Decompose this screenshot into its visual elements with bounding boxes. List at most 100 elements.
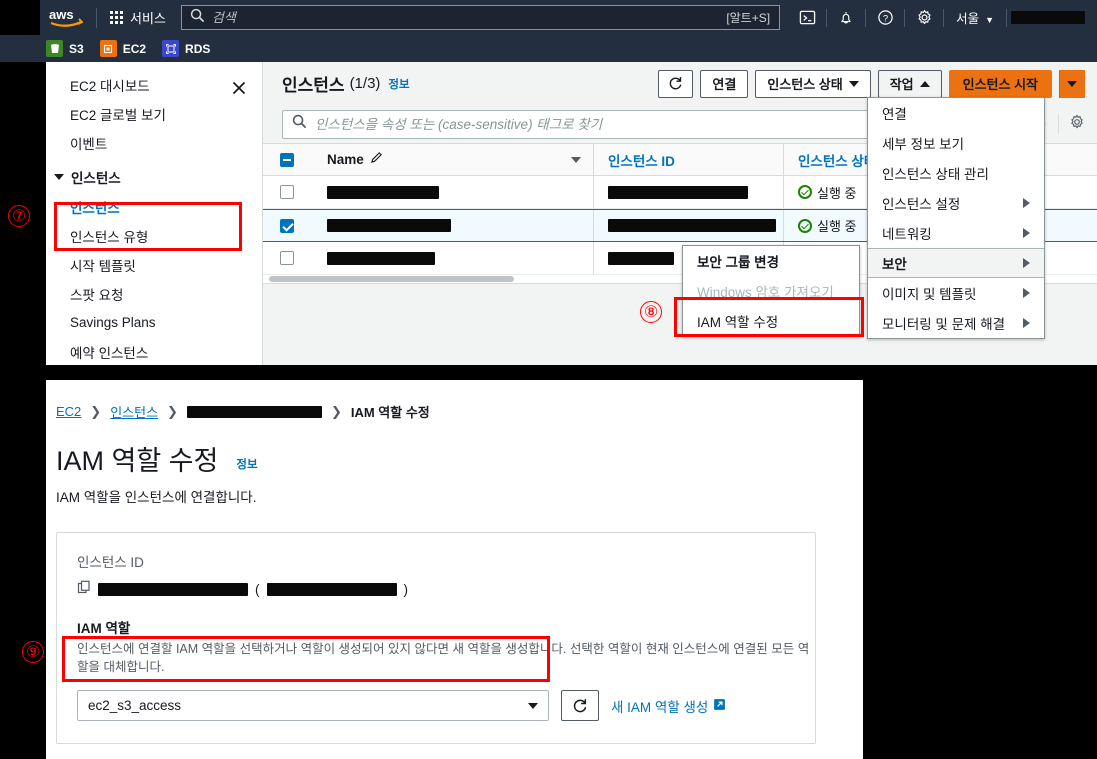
- launch-instance-dropdown[interactable]: [1059, 69, 1085, 98]
- nav-divider: [1006, 8, 1007, 27]
- column-header-instance-id[interactable]: 인스턴스 ID: [593, 144, 783, 175]
- redacted-value: [608, 219, 776, 232]
- sidebar-item-events[interactable]: 이벤트: [46, 128, 262, 157]
- cell-instance-id: [593, 210, 783, 241]
- favorite-ec2[interactable]: EC2: [99, 40, 146, 57]
- annotation-marker-step-9: ⑨: [22, 641, 44, 663]
- status-badge: 실행 중: [798, 183, 857, 202]
- sidebar-item-reserved-instances[interactable]: 예약 인스턴스: [46, 337, 262, 365]
- favorite-label: RDS: [185, 41, 211, 56]
- breadcrumb: EC2 ❯ 인스턴스 ❯ ❯ IAM 역할 수정: [46, 380, 863, 421]
- connect-button[interactable]: 연결: [700, 69, 749, 98]
- sidebar-item-instances[interactable]: 인스턴스: [46, 192, 262, 221]
- launch-instance-button[interactable]: 인스턴스 시작: [948, 69, 1052, 98]
- gear-icon[interactable]: [1069, 114, 1085, 135]
- menu-item-instance-settings[interactable]: 인스턴스 설정: [868, 188, 1044, 218]
- column-label: 인스턴스 상태: [798, 153, 877, 169]
- sidebar-item-savings-plans[interactable]: Savings Plans: [46, 308, 262, 337]
- breadcrumb-instance-redacted[interactable]: [186, 405, 322, 418]
- account-menu-redacted[interactable]: [1011, 11, 1085, 24]
- page-title-text: IAM 역할 수정: [56, 446, 219, 476]
- refresh-roles-button[interactable]: [561, 690, 599, 722]
- instances-search-input[interactable]: [307, 115, 923, 133]
- sort-icon[interactable]: [571, 156, 581, 163]
- connect-label: 연결: [712, 77, 737, 92]
- submenu-item-change-security-groups[interactable]: 보안 그룹 변경: [683, 246, 859, 276]
- actions-label: 작업: [889, 77, 914, 92]
- menu-item-connect[interactable]: 연결: [868, 98, 1044, 128]
- submenu-item-modify-iam-role[interactable]: IAM 역할 수정: [683, 306, 859, 336]
- favorite-rds[interactable]: RDS: [162, 40, 210, 57]
- services-menu-button[interactable]: 서비스: [101, 0, 175, 35]
- info-link[interactable]: 정보: [388, 76, 409, 92]
- sidebar-item-instance-types[interactable]: 인스턴스 유형: [46, 221, 262, 250]
- help-icon[interactable]: ?: [866, 0, 904, 35]
- instance-state-button[interactable]: 인스턴스 상태: [755, 69, 871, 98]
- svg-text:aws: aws: [49, 7, 74, 22]
- refresh-button[interactable]: [658, 69, 694, 98]
- menu-item-label: 보안 그룹 변경: [697, 255, 780, 270]
- row-select-cell: [263, 218, 311, 233]
- sidebar-item-spot-requests[interactable]: 스팟 요청: [46, 279, 262, 308]
- cloudshell-icon[interactable]: [788, 0, 826, 35]
- actions-button[interactable]: 작업: [877, 69, 942, 98]
- copy-icon[interactable]: [77, 580, 91, 599]
- menu-item-manage-instance-state[interactable]: 인스턴스 상태 관리: [868, 158, 1044, 188]
- row-checkbox[interactable]: [280, 185, 294, 199]
- sidebar-item-dashboard[interactable]: EC2 대시보드: [46, 70, 262, 99]
- breadcrumb-instances[interactable]: 인스턴스: [110, 402, 158, 421]
- row-checkbox[interactable]: [280, 218, 294, 233]
- menu-item-label: 인스턴스 설정: [882, 197, 961, 212]
- favorite-label: S3: [69, 41, 84, 56]
- check-circle-icon: [798, 185, 812, 199]
- chevron-down-icon: [1067, 80, 1077, 87]
- sidebar-item-label: EC2 글로벌 보기: [70, 107, 166, 123]
- actions-dropdown-menu: 연결 세부 정보 보기 인스턴스 상태 관리 인스턴스 설정 네트워킹 보안 이…: [867, 97, 1045, 339]
- chevron-down-icon: [848, 80, 859, 87]
- menu-item-networking[interactable]: 네트워킹: [868, 218, 1044, 248]
- row-checkbox[interactable]: [280, 251, 294, 265]
- iam-role-select[interactable]: ec2_s3_access: [77, 690, 549, 722]
- menu-item-monitor-and-troubleshoot[interactable]: 모니터링 및 문제 해결: [868, 308, 1044, 338]
- select-all-checkbox[interactable]: [280, 152, 294, 167]
- menu-item-label: 보안: [882, 257, 907, 272]
- create-new-iam-role-link[interactable]: 새 IAM 역할 생성: [611, 696, 726, 716]
- chevron-right-icon: [1023, 258, 1030, 268]
- chevron-up-icon: [919, 80, 930, 87]
- column-label: Name: [327, 152, 364, 167]
- services-label: 서비스: [130, 11, 166, 26]
- aws-logo-icon[interactable]: aws: [40, 7, 92, 29]
- menu-item-view-details[interactable]: 세부 정보 보기: [868, 128, 1044, 158]
- menu-item-images-and-templates[interactable]: 이미지 및 템플릿: [868, 278, 1044, 308]
- menu-item-label: 이미지 및 템플릿: [882, 287, 977, 302]
- region-label: 서울: [956, 12, 980, 26]
- menu-item-label: Windows 암호 가져오기: [697, 285, 834, 300]
- sidebar-item-launch-templates[interactable]: 시작 템플릿: [46, 250, 262, 279]
- settings-icon[interactable]: [905, 0, 943, 35]
- global-search-box[interactable]: [알트+S]: [180, 5, 781, 30]
- redacted-instance-id: [98, 583, 248, 596]
- scrollbar-thumb[interactable]: [269, 276, 514, 282]
- breadcrumb-separator: ❯: [167, 403, 178, 419]
- menu-item-security[interactable]: 보안: [868, 248, 1044, 278]
- state-label: 실행 중: [817, 185, 857, 201]
- sidebar-group-instances[interactable]: 인스턴스: [46, 162, 262, 192]
- instance-id-value-row: ( ): [77, 580, 795, 599]
- page-subtitle: IAM 역할을 인스턴스에 연결합니다.: [56, 490, 257, 505]
- region-selector[interactable]: 서울 ▼: [944, 8, 1006, 27]
- global-search-input[interactable]: [204, 9, 727, 26]
- edit-pencil-icon[interactable]: [370, 151, 383, 169]
- nav-icon-group: ? 서울 ▼: [788, 0, 1097, 35]
- nav-divider: [96, 7, 97, 28]
- info-link[interactable]: 정보: [236, 456, 257, 472]
- sidebar-item-global-view[interactable]: EC2 글로벌 보기: [46, 99, 262, 128]
- breadcrumb-ec2[interactable]: EC2: [56, 404, 81, 419]
- redacted-instance-name: [266, 583, 397, 596]
- close-icon[interactable]: [231, 80, 247, 96]
- chevron-right-icon: [1023, 228, 1030, 238]
- favorite-s3[interactable]: S3: [46, 40, 84, 57]
- redacted-value: [608, 251, 674, 265]
- column-header-name[interactable]: Name: [311, 151, 593, 169]
- instances-search-box[interactable]: [282, 109, 924, 139]
- bell-icon[interactable]: [827, 0, 865, 35]
